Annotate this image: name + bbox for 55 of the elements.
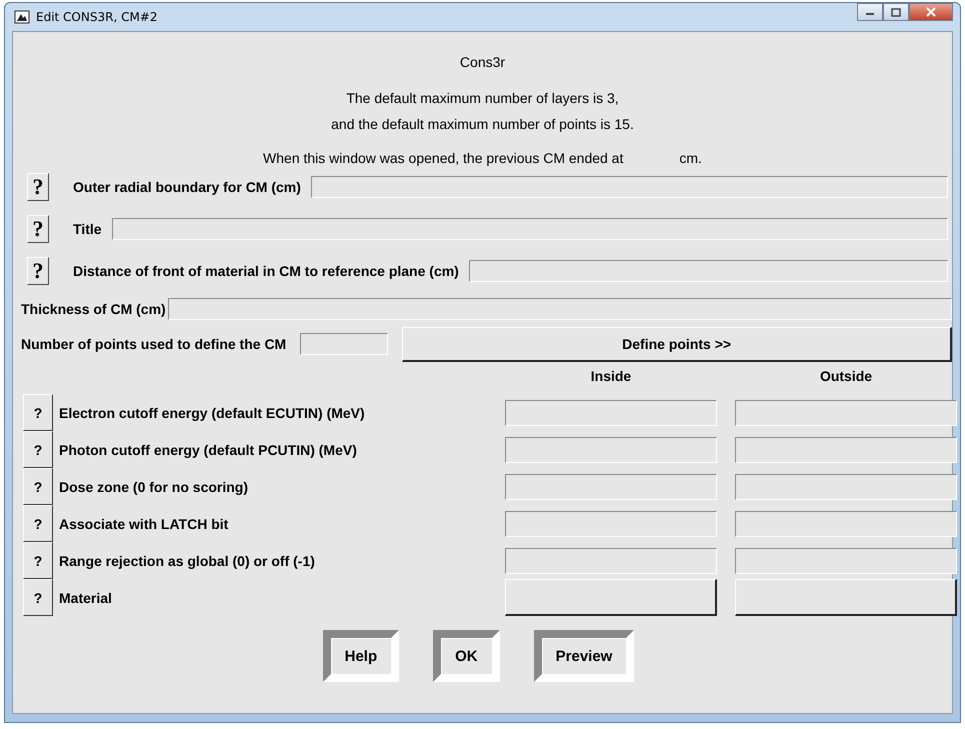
field-label: Material xyxy=(59,590,112,606)
info-text: and the default maximum number of points is 15. xyxy=(331,116,634,132)
app-icon xyxy=(14,9,30,25)
input-field[interactable] xyxy=(112,218,948,240)
close-icon xyxy=(926,7,936,17)
input-field[interactable] xyxy=(505,474,717,500)
input-field[interactable] xyxy=(735,510,957,536)
close-button[interactable] xyxy=(909,3,953,21)
maximize-button[interactable] xyxy=(883,3,909,21)
input-field[interactable] xyxy=(168,298,952,320)
dialog-button[interactable]: Help xyxy=(322,630,400,682)
unit-text: cm. xyxy=(679,150,702,166)
field-label: Associate with LATCH bit xyxy=(59,516,228,532)
input-field[interactable] xyxy=(300,333,388,355)
input-field[interactable] xyxy=(735,436,957,462)
field-label: Dose zone (0 for no scoring) xyxy=(59,478,248,494)
input-field[interactable] xyxy=(310,176,948,198)
column-header: Outside xyxy=(818,368,874,386)
input-field[interactable] xyxy=(735,548,957,574)
input-field[interactable] xyxy=(735,474,957,500)
help-button[interactable]: ? xyxy=(23,542,53,579)
field-label: Electron cutoff energy (default ECUTIN) (MeV) xyxy=(59,404,365,420)
input-field[interactable] xyxy=(505,400,717,426)
dialog-button[interactable]: OK xyxy=(433,630,500,682)
maximize-icon xyxy=(891,8,901,16)
field-label: Photon cutoff energy (default PCUTIN) (MeV) xyxy=(59,442,357,458)
field-label: Thickness of CM (cm) xyxy=(21,301,166,317)
help-button[interactable]: ? xyxy=(27,173,49,201)
define-points-button[interactable]: Define points >> xyxy=(402,326,952,362)
field-label: Number of points used to define the CM xyxy=(21,336,286,352)
note-text: When this window was opened, the previous CM ended at xyxy=(263,150,624,166)
material-menu-button[interactable] xyxy=(735,579,957,616)
help-button[interactable]: ? xyxy=(23,394,53,431)
minimize-button[interactable] xyxy=(857,3,883,21)
input-field[interactable] xyxy=(505,548,717,574)
dialog-button[interactable]: Preview xyxy=(534,630,634,682)
column-header: Inside xyxy=(590,368,632,386)
help-button[interactable]: ? xyxy=(23,505,53,542)
field-label: Outer radial boundary for CM (cm) xyxy=(73,179,301,195)
help-button[interactable]: ? xyxy=(23,468,53,505)
field-label: Distance of front of material in CM to reference plane (cm) xyxy=(73,263,459,279)
field-label: Range rejection as global (0) or off (-1) xyxy=(59,552,315,568)
info-text: The default maximum number of layers is 3, xyxy=(346,90,619,106)
input-field[interactable] xyxy=(505,436,717,462)
input-field[interactable] xyxy=(468,260,948,282)
help-button[interactable]: ? xyxy=(27,215,49,243)
window-title: Edit CONS3R, CM#2 xyxy=(36,10,158,24)
input-field[interactable] xyxy=(505,510,717,536)
help-button[interactable]: ? xyxy=(27,257,49,285)
input-field[interactable] xyxy=(735,400,957,426)
help-button[interactable]: ? xyxy=(23,579,53,616)
material-menu-button[interactable] xyxy=(505,579,717,616)
field-label: Title xyxy=(73,221,102,237)
help-button[interactable]: ? xyxy=(23,431,53,468)
dialog-heading: Cons3r xyxy=(460,54,506,70)
